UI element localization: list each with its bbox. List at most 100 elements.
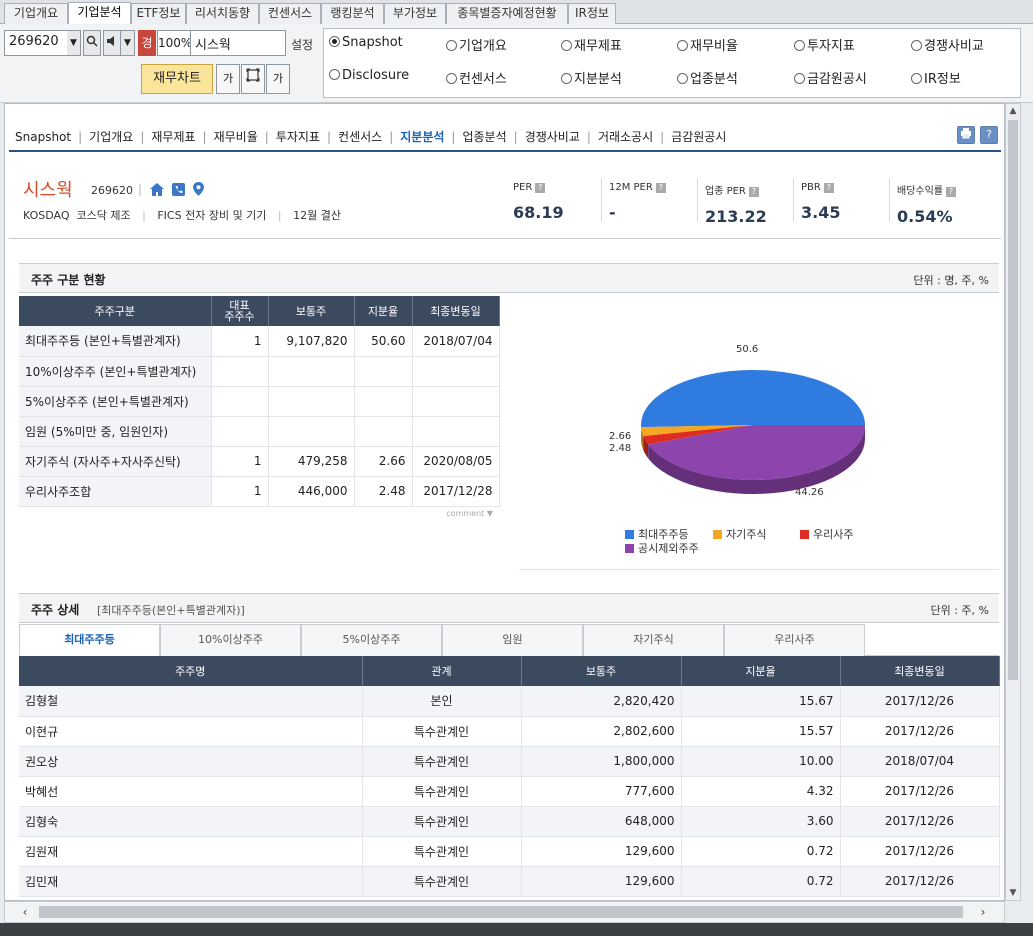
table-row[interactable]: 이현규 특수관계인 2,802,600 15.57 2017/12/26 — [19, 716, 1000, 747]
top-tab-8[interactable]: IR정보 — [568, 3, 616, 24]
tab-2[interactable]: 5%이상주주 — [301, 624, 442, 656]
font-increase-button[interactable]: 가 — [216, 64, 240, 94]
radio-option-0[interactable]: Snapshot — [329, 35, 403, 50]
tab-3[interactable]: 임원 — [442, 624, 583, 656]
table-row[interactable]: 임원 (5%미만 중, 임원인자) — [19, 416, 500, 447]
radio-option-10[interactable]: 금감원공시 — [794, 68, 867, 87]
top-tab-3[interactable]: 리서치동향 — [186, 3, 259, 24]
tab-4[interactable]: 자기주식 — [583, 624, 724, 656]
radio-option-6[interactable]: Disclosure — [329, 68, 409, 83]
vertical-scrollbar[interactable]: ▲ ▼ — [1005, 103, 1021, 901]
metric-label: PBR? — [801, 182, 840, 193]
home-icon[interactable] — [150, 183, 172, 200]
table-row[interactable]: 김민재 특수관계인 129,600 0.72 2017/12/26 — [19, 866, 1000, 897]
tab-0[interactable]: 최대주주등 — [19, 624, 160, 656]
radio-option-11[interactable]: IR정보 — [911, 68, 961, 87]
pie-slice-0[interactable] — [641, 370, 865, 428]
top-tab-7[interactable]: 종목별증자예정현황 — [446, 3, 568, 24]
legend-item-3[interactable]: 공시제외주주 — [625, 540, 699, 556]
help-icon[interactable]: ? — [748, 187, 759, 197]
top-tab-0[interactable]: 기업개요 — [4, 3, 68, 24]
legend-item-1[interactable]: 자기주식 — [713, 526, 766, 542]
table-row[interactable]: 박혜선 특수관계인 777,600 4.32 2017/12/26 — [19, 776, 1000, 807]
phone-icon[interactable] — [172, 183, 193, 200]
font-decrease-button[interactable]: 가 — [266, 64, 290, 94]
help-icon[interactable]: ? — [980, 126, 998, 144]
table-row[interactable]: 우리사주조합 1 446,000 2.48 2017/12/28 — [19, 476, 500, 507]
scroll-thumb[interactable] — [39, 906, 963, 918]
separator: | — [138, 182, 143, 196]
subnav-item-6[interactable]: 지분분석 — [400, 130, 444, 144]
subnav-item-3[interactable]: 재무비율 — [214, 130, 258, 144]
separator: | — [264, 130, 269, 144]
financial-chart-button[interactable]: 재무차트 — [141, 64, 213, 94]
horizontal-scrollbar[interactable]: ‹ › — [4, 901, 1005, 923]
top-tab-1[interactable]: 기업분석 — [68, 2, 131, 25]
table-cell — [211, 386, 269, 417]
top-tab-2[interactable]: ETF정보 — [131, 3, 186, 24]
table-row[interactable]: 자기주식 (자사주+자사주신탁) 1 479,258 2.66 2020/08/05 — [19, 446, 500, 477]
scroll-thumb[interactable] — [1008, 120, 1018, 680]
search-icon[interactable] — [83, 30, 101, 56]
scroll-down-icon[interactable]: ▼ — [1006, 886, 1020, 900]
table-cell: 9,107,820 — [268, 326, 355, 357]
table-cell: 특수관계인 — [362, 716, 522, 747]
subnav-item-4[interactable]: 투자지표 — [276, 130, 320, 144]
warning-badge: 경 — [138, 30, 156, 56]
subnav-item-5[interactable]: 컨센서스 — [338, 130, 382, 144]
subnav-item-9[interactable]: 거래소공시 — [598, 130, 653, 144]
radio-option-8[interactable]: 지분분석 — [561, 68, 622, 87]
settings-button[interactable]: 설정 — [291, 36, 313, 53]
scroll-left-icon[interactable]: ‹ — [17, 904, 33, 920]
top-tab-4[interactable]: 컨센서스 — [259, 3, 321, 24]
subnav-item-1[interactable]: 기업개요 — [89, 130, 133, 144]
help-icon[interactable]: ? — [655, 183, 666, 193]
radio-option-9[interactable]: 업종분석 — [677, 68, 738, 87]
fit-window-icon[interactable] — [241, 64, 265, 94]
comment-toggle[interactable]: comment ▼ — [19, 506, 499, 522]
column-header: 보통주 — [521, 656, 682, 686]
radio-dot-icon — [329, 36, 340, 47]
legend-item-2[interactable]: 우리사주 — [800, 526, 853, 542]
radio-option-4[interactable]: 투자지표 — [794, 35, 855, 54]
help-icon[interactable]: ? — [535, 183, 546, 193]
top-tab-5[interactable]: 랭킹분석 — [321, 3, 384, 24]
radio-option-2[interactable]: 재무제표 — [561, 35, 622, 54]
table-cell: 특수관계인 — [362, 836, 522, 867]
subnav-item-0[interactable]: Snapshot — [15, 130, 71, 144]
radio-label: 투자지표 — [807, 39, 855, 54]
column-header: 최종변동일 — [412, 296, 500, 326]
subnav-item-2[interactable]: 재무제표 — [151, 130, 195, 144]
table-row[interactable]: 김형철 본인 2,820,420 15.67 2017/12/26 — [19, 686, 1000, 717]
stock-code-input[interactable]: 269620 — [4, 30, 68, 56]
table-row[interactable]: 최대주주등 (본인+특별관계자) 1 9,107,820 50.60 2018/07/0… — [19, 326, 500, 357]
comment-label: comment — [446, 509, 485, 518]
top-tab-6[interactable]: 부가정보 — [384, 3, 446, 24]
speaker-dropdown-button[interactable]: ▼ — [121, 30, 135, 56]
location-icon[interactable] — [193, 182, 205, 200]
market-sector: 코스닥 제조 — [76, 209, 131, 222]
scroll-up-icon[interactable]: ▲ — [1006, 104, 1020, 118]
code-dropdown-button[interactable]: ▼ — [67, 30, 81, 56]
table-row[interactable]: 5%이상주주 (본인+특별관계자) — [19, 386, 500, 417]
help-icon[interactable]: ? — [946, 187, 956, 197]
subnav-item-10[interactable]: 금감원공시 — [671, 130, 726, 144]
speaker-icon[interactable] — [103, 30, 121, 56]
divider — [9, 238, 1001, 239]
table-row[interactable]: 권오상 특수관계인 1,800,000 10.00 2018/07/04 — [19, 746, 1000, 777]
tab-5[interactable]: 우리사주 — [724, 624, 865, 656]
radio-option-5[interactable]: 경쟁사비교 — [911, 35, 984, 54]
radio-option-3[interactable]: 재무비율 — [677, 35, 738, 54]
tab-1[interactable]: 10%이상주주 — [160, 624, 301, 656]
subnav-item-7[interactable]: 업종분석 — [462, 130, 506, 144]
subnav-item-8[interactable]: 경쟁사비교 — [525, 130, 580, 144]
stock-name-input[interactable]: 시스웍 — [190, 30, 286, 56]
print-icon[interactable] — [957, 126, 975, 144]
radio-option-7[interactable]: 컨센서스 — [446, 68, 507, 87]
help-icon[interactable]: ? — [823, 183, 834, 193]
table-row[interactable]: 김형숙 특수관계인 648,000 3.60 2017/12/26 — [19, 806, 1000, 837]
table-row[interactable]: 10%이상주주 (본인+특별관계자) — [19, 356, 500, 387]
scroll-right-icon[interactable]: › — [975, 904, 991, 920]
table-row[interactable]: 김원재 특수관계인 129,600 0.72 2017/12/26 — [19, 836, 1000, 867]
radio-option-1[interactable]: 기업개요 — [446, 35, 507, 54]
